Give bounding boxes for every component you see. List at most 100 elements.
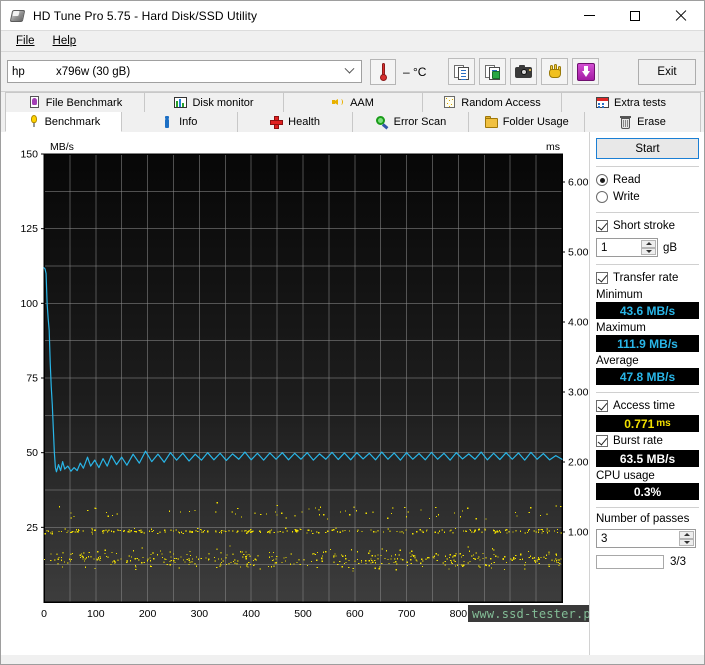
checkbox-access-time[interactable]: Access time — [596, 398, 699, 414]
menu-help[interactable]: Help — [44, 33, 86, 49]
menu-bar: File Help — [1, 31, 704, 52]
radio-write-indicator — [596, 191, 608, 203]
tab-random-access[interactable]: Random Access — [422, 92, 562, 112]
short-stroke-unit: gB — [663, 242, 677, 254]
tab-random-access-label: Random Access — [461, 97, 540, 109]
tab-aam[interactable]: AAM — [283, 92, 423, 112]
tab-erase[interactable]: Erase — [584, 112, 701, 132]
divider — [596, 507, 699, 508]
short-stroke-increment[interactable] — [641, 240, 656, 248]
close-icon — [675, 10, 687, 22]
divider — [596, 264, 699, 265]
svg-text:200: 200 — [139, 608, 157, 620]
thermometer-icon — [380, 63, 387, 81]
exit-button[interactable]: Exit — [638, 59, 696, 85]
menu-help-label: Help — [53, 35, 77, 47]
svg-text:100: 100 — [87, 608, 105, 620]
copy-green-button[interactable] — [479, 58, 506, 85]
svg-text:700: 700 — [398, 608, 416, 620]
tab-info[interactable]: Info — [121, 112, 238, 132]
tab-folder-usage[interactable]: Folder Usage — [468, 112, 585, 132]
tab-strip: File Benchmark Disk monitor AAM Random A… — [1, 92, 704, 132]
checkbox-transfer-rate-label: Transfer rate — [613, 272, 678, 284]
purple-down-icon — [577, 63, 595, 81]
tab-file-benchmark[interactable]: File Benchmark — [5, 92, 145, 112]
benchmark-chart: MB/sms2550751001251501.002.003.004.005.0… — [1, 132, 589, 655]
toolbar-icon-group — [448, 58, 599, 85]
tab-benchmark-label: Benchmark — [45, 116, 101, 128]
short-stroke-stepper-buttons[interactable] — [641, 240, 656, 255]
tab-error-scan[interactable]: Error Scan — [352, 112, 469, 132]
svg-text:0: 0 — [41, 608, 47, 620]
checkbox-transfer-rate[interactable]: Transfer rate — [596, 270, 699, 286]
benchmark-chart-pane: MB/sms2550751001251501.002.003.004.005.0… — [1, 132, 589, 655]
copy-button[interactable] — [448, 58, 475, 85]
radio-read-label: Read — [613, 174, 641, 186]
minimize-button[interactable] — [566, 1, 612, 31]
passes-decrement[interactable] — [679, 539, 694, 547]
temperature-indicator — [370, 59, 396, 85]
tab-health-label: Health — [288, 116, 320, 128]
radio-read[interactable]: Read — [596, 172, 699, 188]
passes-stepper[interactable]: 3 — [596, 529, 696, 548]
short-stroke-stepper[interactable]: 1 — [596, 238, 658, 257]
checkbox-short-stroke[interactable]: Short stroke — [596, 218, 699, 234]
svg-text:100: 100 — [20, 298, 38, 310]
maximize-button[interactable] — [612, 1, 658, 31]
tab-erase-label: Erase — [637, 116, 666, 128]
short-stroke-size-row: 1 gB — [596, 238, 699, 257]
checkbox-access-time-label: Access time — [613, 400, 675, 412]
svg-text:www.ssd-tester.pl: www.ssd-tester.pl — [472, 607, 589, 621]
start-button[interactable]: Start — [596, 138, 699, 159]
arrow-down-icon — [684, 541, 690, 544]
radio-read-indicator — [596, 174, 608, 186]
window-controls — [566, 1, 704, 31]
radio-write[interactable]: Write — [596, 189, 699, 205]
tab-health[interactable]: Health — [237, 112, 354, 132]
passes-stepper-buttons[interactable] — [679, 531, 694, 546]
checkbox-transfer-rate-indicator — [596, 272, 608, 284]
tab-folder-usage-label: Folder Usage — [503, 116, 569, 128]
checkbox-burst-rate[interactable]: Burst rate — [596, 433, 699, 449]
svg-text:6.00: 6.00 — [568, 177, 589, 189]
tab-extra-tests-label: Extra tests — [614, 97, 666, 109]
passes-value: 3 — [601, 533, 607, 545]
progress-text: 3/3 — [670, 556, 686, 568]
cpu-usage-value: 0.3% — [596, 483, 699, 500]
hand-icon — [547, 64, 563, 79]
svg-text:5.00: 5.00 — [568, 247, 589, 259]
svg-text:25: 25 — [26, 522, 38, 534]
tab-disk-monitor[interactable]: Disk monitor — [144, 92, 284, 112]
tab-benchmark[interactable]: Benchmark — [5, 112, 122, 132]
access-time-number: 0.771 — [624, 417, 654, 431]
tab-row-top: File Benchmark Disk monitor AAM Random A… — [5, 92, 700, 112]
minimum-value: 43.6 MB/s — [596, 302, 699, 319]
svg-text:1.00: 1.00 — [568, 527, 589, 539]
toolbar: hp x796w (30 gB) – °C — [1, 52, 704, 92]
download-button[interactable] — [572, 58, 599, 85]
svg-text:50: 50 — [26, 447, 38, 459]
tab-extra-tests[interactable]: Extra tests — [561, 92, 701, 112]
copy-icon — [454, 64, 470, 80]
benchmark-sidebar: Start Read Write Short stroke 1 — [589, 132, 704, 655]
tab-error-scan-label: Error Scan — [394, 116, 447, 128]
file-benchmark-icon — [28, 96, 41, 109]
extra-tests-icon — [596, 96, 609, 109]
svg-text:75: 75 — [26, 373, 38, 385]
short-stroke-value: 1 — [601, 242, 607, 254]
divider — [596, 166, 699, 167]
arrow-up-icon — [646, 242, 652, 245]
hd-tune-window: HD Tune Pro 5.75 - Hard Disk/SSD Utility… — [0, 0, 705, 665]
passes-row: 3 — [596, 529, 699, 548]
burst-rate-value: 63.5 MB/s — [596, 450, 699, 467]
hand-button[interactable] — [541, 58, 568, 85]
error-scan-icon — [376, 116, 389, 129]
screenshot-button[interactable] — [510, 58, 537, 85]
menu-file[interactable]: File — [7, 33, 44, 49]
arrow-up-icon — [684, 533, 690, 536]
average-label: Average — [596, 355, 699, 367]
drive-select[interactable]: hp x796w (30 gB) — [7, 60, 362, 83]
passes-increment[interactable] — [679, 531, 694, 539]
short-stroke-decrement[interactable] — [641, 248, 656, 256]
close-button[interactable] — [658, 1, 704, 31]
